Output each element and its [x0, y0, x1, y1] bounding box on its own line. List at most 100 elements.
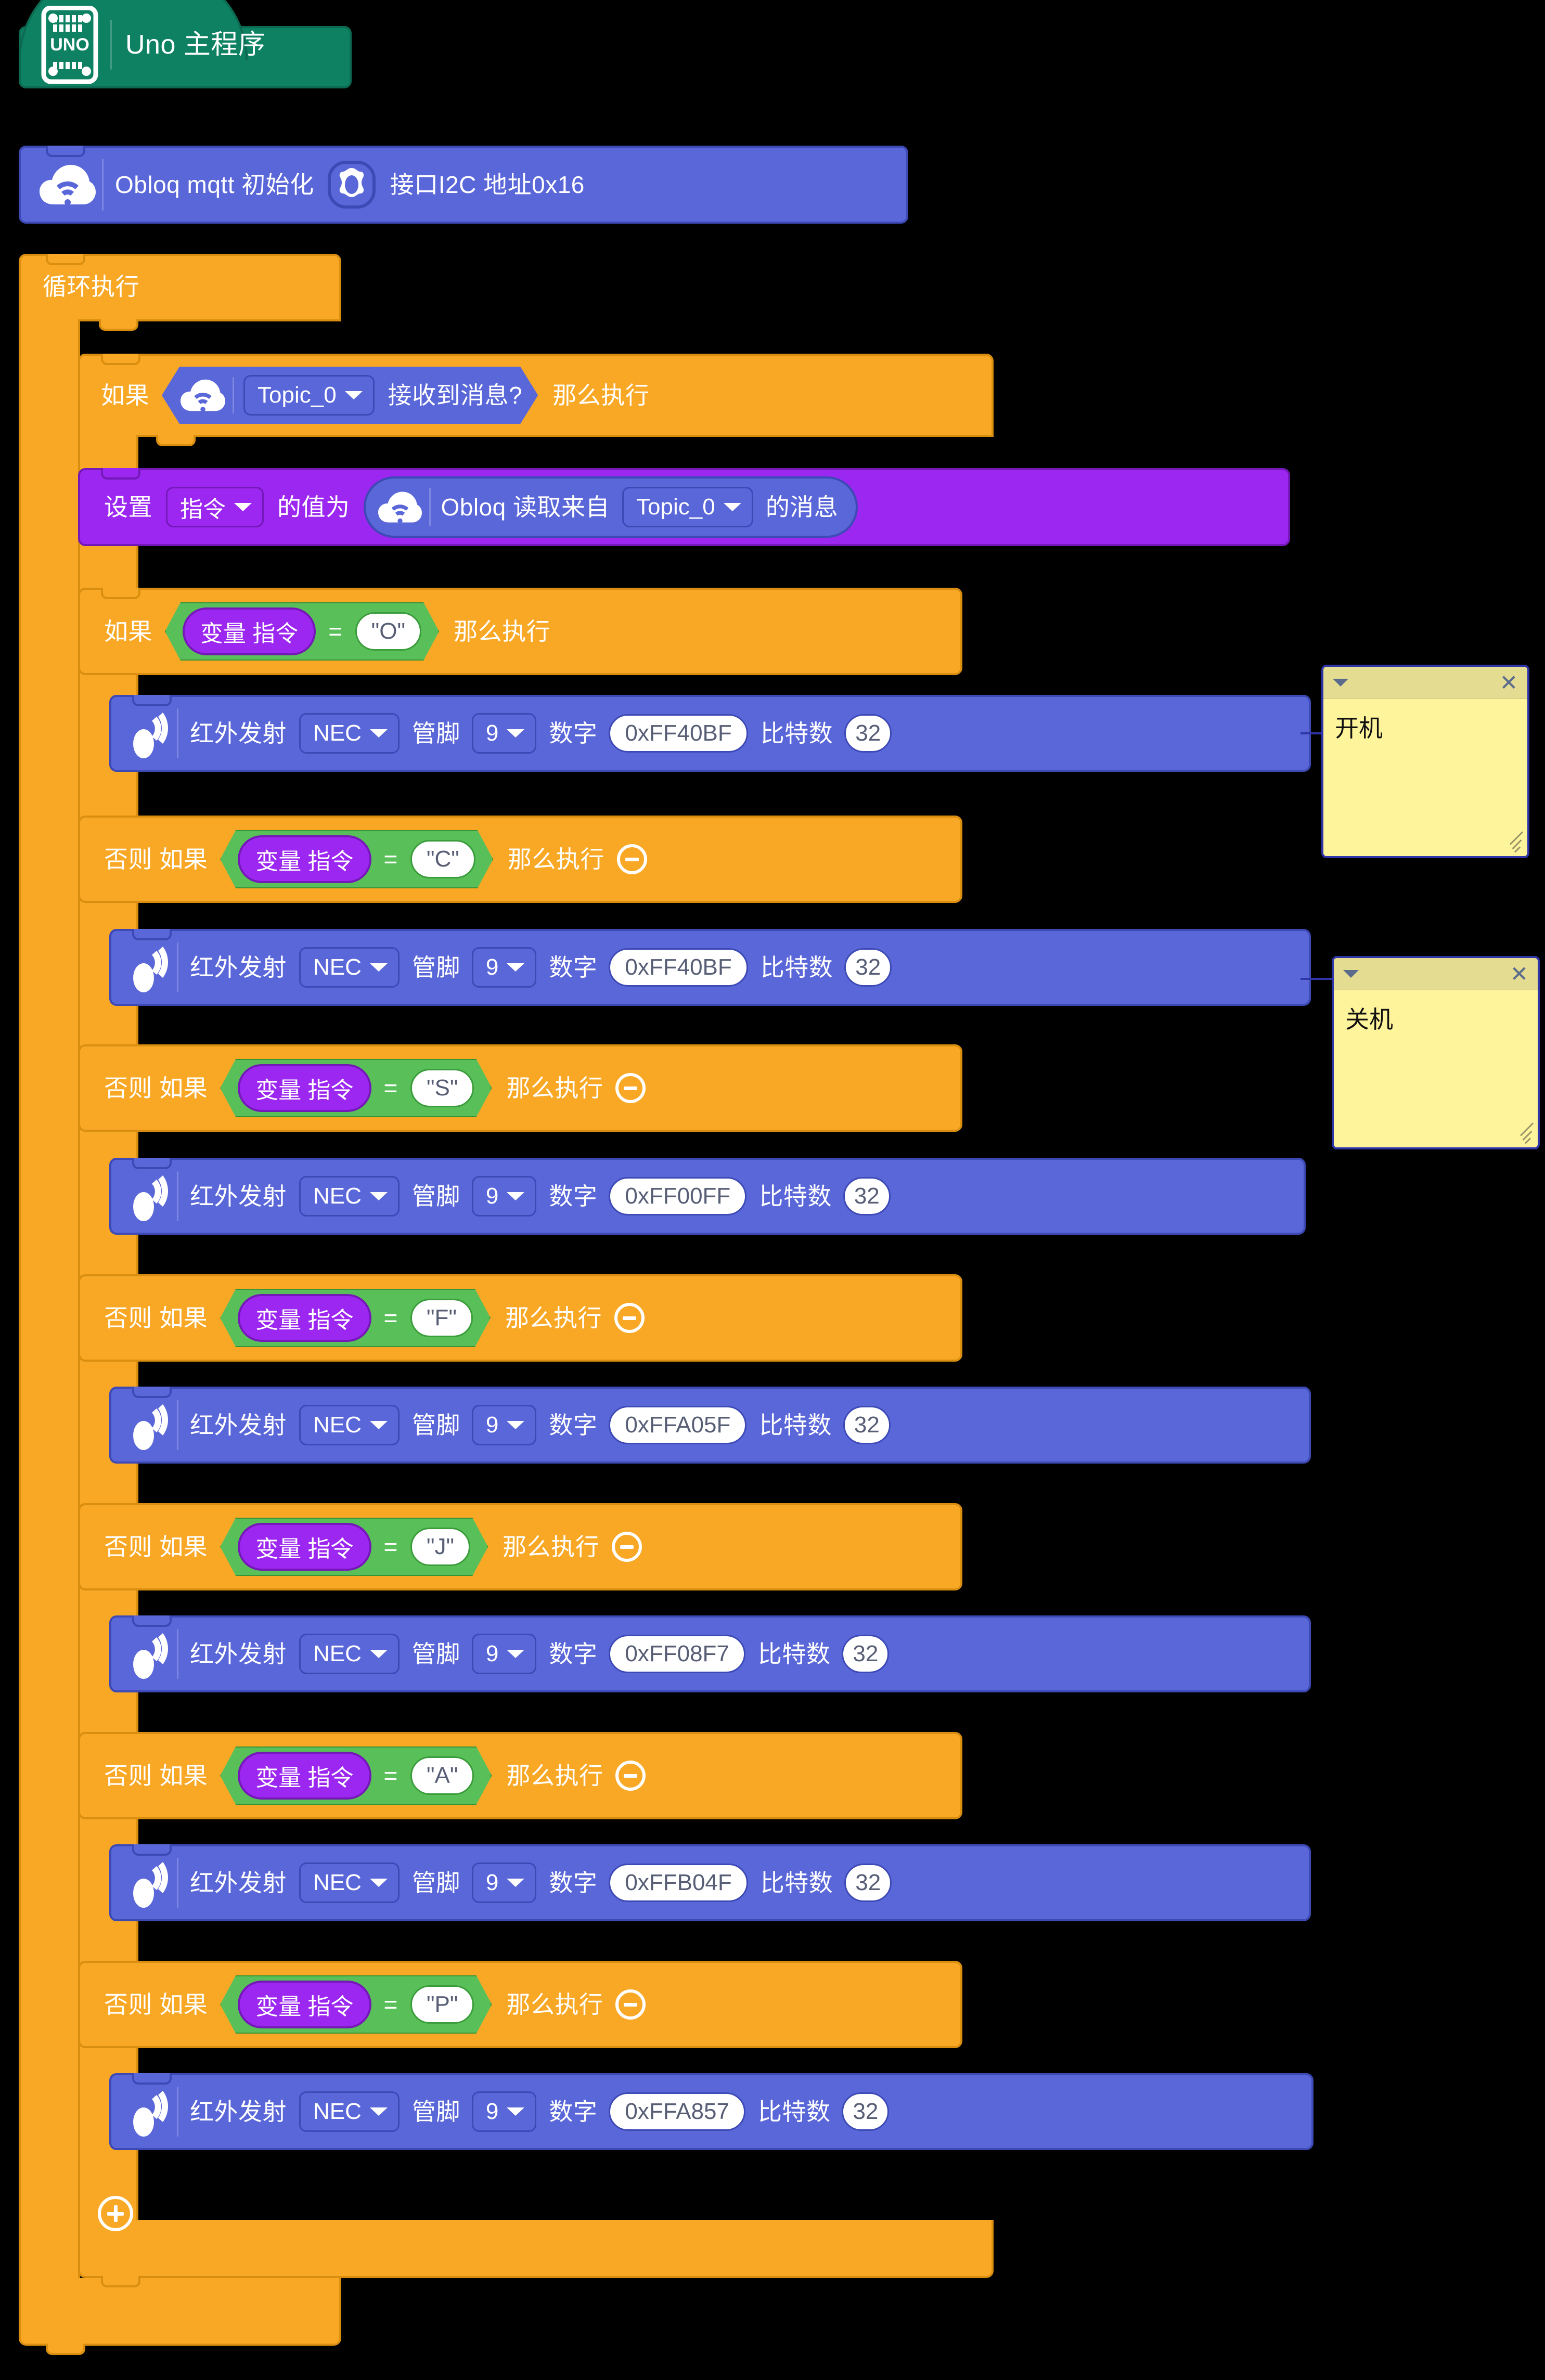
ir-code-field[interactable]: 0xFFA05F: [609, 1406, 747, 1444]
block-notch: [101, 588, 140, 599]
block-elseif-branch[interactable]: 否则 如果 变量 指令 = "S" 那么执行: [78, 1044, 962, 1132]
variable-dropdown[interactable]: 指令: [166, 487, 264, 527]
block-obloq-mqtt-init[interactable]: Obloq mqtt 初始化 接口I2C 地址0x16: [19, 146, 908, 224]
comment-bubble[interactable]: ✕ 关机: [1332, 956, 1540, 1149]
ir-bits-field[interactable]: 32: [844, 714, 892, 753]
remove-branch-button[interactable]: [615, 1761, 646, 1791]
ir-code-field[interactable]: 0xFFB04F: [609, 1864, 748, 1902]
ir-code-field[interactable]: 0xFF00FF: [609, 1177, 747, 1215]
ir-bits-field[interactable]: 32: [844, 1864, 892, 1902]
ir-pin-dropdown[interactable]: 9: [471, 947, 537, 988]
branch-if-label: 否则 如果: [104, 846, 208, 873]
block-if-message-received[interactable]: 如果 Topic_0 接收到消息? 那么执行: [78, 354, 994, 437]
block-elseif-branch[interactable]: 否则 如果 变量 指令 = "J" 那么执行: [78, 1503, 962, 1590]
chevron-down-icon[interactable]: [1343, 970, 1359, 978]
remove-branch-button[interactable]: [614, 1303, 645, 1333]
variable-reporter[interactable]: 变量 指令: [238, 1981, 371, 2028]
variable-reporter[interactable]: 变量 指令: [238, 1523, 371, 1571]
compare-value-field[interactable]: "J": [410, 1528, 470, 1566]
boolean-topic-received[interactable]: Topic_0 接收到消息?: [162, 367, 538, 424]
ir-protocol-dropdown[interactable]: NEC: [299, 947, 400, 988]
boolean-equals[interactable]: 变量 指令 = "A": [220, 1747, 492, 1805]
comment-text[interactable]: 开机: [1323, 699, 1527, 758]
variable-reporter[interactable]: 变量 指令: [238, 1064, 371, 1112]
ir-bits-field[interactable]: 32: [842, 2092, 890, 2131]
remove-branch-button[interactable]: [615, 1073, 646, 1103]
boolean-equals[interactable]: 变量 指令 = "J": [220, 1518, 488, 1576]
block-ir-send[interactable]: 红外发射 NEC 管脚 9 数字 0xFFB04F 比特数 32: [109, 1844, 1311, 1921]
block-if-branch[interactable]: 如果 变量 指令 = "O" 那么执行: [78, 588, 962, 675]
compare-value-field[interactable]: "C": [410, 840, 475, 878]
chevron-down-icon[interactable]: [1333, 679, 1348, 687]
ir-pin-dropdown[interactable]: 9: [471, 1634, 537, 1674]
block-ir-send[interactable]: 红外发射 NEC 管脚 9 数字 0xFF08F7 比特数 32: [109, 1615, 1311, 1692]
hat-block-uno-main[interactable]: UNO Uno 主程序: [19, 0, 352, 88]
ir-protocol-dropdown[interactable]: NEC: [299, 1176, 400, 1217]
boolean-equals[interactable]: 变量 指令 = "S": [220, 1059, 492, 1117]
compare-value-field[interactable]: "P": [410, 1985, 474, 2024]
block-ir-send[interactable]: 红外发射 NEC 管脚 9 数字 0xFFA05F 比特数 32: [109, 1387, 1311, 1464]
compare-value-field[interactable]: "A": [410, 1756, 474, 1795]
reporter-obloq-read[interactable]: Obloq 读取来自 Topic_0 的消息: [363, 476, 858, 538]
ir-code-field[interactable]: 0xFFA857: [609, 2092, 745, 2131]
block-set-variable[interactable]: 设置 指令 的值为 Obloq 读取来自 Topic_0 的消息: [78, 468, 1290, 546]
variable-reporter[interactable]: 变量 指令: [238, 835, 371, 883]
ir-protocol-dropdown[interactable]: NEC: [299, 713, 400, 754]
block-ir-send[interactable]: 红外发射 NEC 管脚 9 数字 0xFFA857 比特数 32: [109, 2073, 1314, 2150]
remove-branch-button[interactable]: [616, 844, 647, 874]
ir-bits-value: 32: [855, 1870, 881, 1895]
block-forever-loop[interactable]: 循环执行: [19, 254, 341, 321]
ir-protocol-value: NEC: [313, 1870, 362, 1895]
ir-pin-dropdown[interactable]: 9: [471, 1176, 537, 1217]
ir-pin-dropdown[interactable]: 9: [471, 2091, 537, 2132]
comment-text[interactable]: 关机: [1334, 990, 1538, 1050]
add-branch-button[interactable]: [98, 2196, 133, 2231]
ir-bits-field[interactable]: 32: [842, 1635, 890, 1673]
comment-header[interactable]: ✕: [1323, 667, 1527, 699]
ir-protocol-dropdown[interactable]: NEC: [299, 1405, 400, 1445]
boolean-equals[interactable]: 变量 指令 = "P": [220, 1975, 492, 2034]
block-elseif-branch[interactable]: 否则 如果 变量 指令 = "F" 那么执行: [78, 1274, 962, 1362]
comment-bubble[interactable]: ✕ 开机: [1321, 665, 1529, 858]
block-elseif-branch[interactable]: 否则 如果 变量 指令 = "C" 那么执行: [78, 816, 962, 903]
close-icon[interactable]: ✕: [1510, 963, 1528, 985]
ir-protocol-dropdown[interactable]: NEC: [299, 2091, 400, 2132]
variable-reporter[interactable]: 变量 指令: [238, 1294, 371, 1342]
compare-value-field[interactable]: "S": [410, 1069, 474, 1107]
boolean-equals[interactable]: 变量 指令 = "F": [220, 1289, 491, 1347]
ir-bits-label: 比特数: [760, 954, 833, 981]
ir-protocol-dropdown[interactable]: NEC: [299, 1634, 400, 1674]
compare-value-field[interactable]: "O": [355, 612, 421, 651]
ir-code-field[interactable]: 0xFF08F7: [609, 1635, 745, 1673]
block-ir-send[interactable]: 红外发射 NEC 管脚 9 数字 0xFF40BF 比特数 32: [109, 929, 1311, 1006]
block-ir-send[interactable]: 红外发射 NEC 管脚 9 数字 0xFF00FF 比特数 32: [109, 1158, 1306, 1235]
boolean-equals[interactable]: 变量 指令 = "C": [220, 830, 493, 888]
compare-value-field[interactable]: "F": [410, 1299, 473, 1337]
block-elseif-branch[interactable]: 否则 如果 变量 指令 = "P" 那么执行: [78, 1961, 962, 2048]
ir-bits-field[interactable]: 32: [843, 1406, 891, 1444]
comment-resize-handle[interactable]: [1514, 1122, 1535, 1145]
ir-bits-field[interactable]: 32: [844, 948, 892, 987]
ir-pin-dropdown[interactable]: 9: [471, 1405, 537, 1445]
reader-topic-dropdown[interactable]: Topic_0: [622, 487, 753, 527]
variable-reporter[interactable]: 变量 指令: [183, 607, 316, 655]
blockly-workspace[interactable]: UNO Uno 主程序 Obloq mqtt 初始化 接口I2C 地址0x16 …: [0, 0, 1545, 2380]
block-ir-send[interactable]: 红外发射 NEC 管脚 9 数字 0xFF40BF 比特数 32: [109, 695, 1311, 772]
comment-resize-handle[interactable]: [1503, 831, 1524, 854]
remove-branch-button[interactable]: [612, 1532, 642, 1562]
variable-reporter[interactable]: 变量 指令: [238, 1752, 371, 1800]
gear-icon[interactable]: [327, 161, 376, 209]
ir-protocol-dropdown[interactable]: NEC: [299, 1862, 400, 1903]
comment-header[interactable]: ✕: [1334, 958, 1538, 990]
block-divider: [110, 20, 112, 70]
remove-branch-button[interactable]: [615, 1989, 646, 2020]
ir-bits-field[interactable]: 32: [843, 1177, 891, 1215]
block-elseif-branch[interactable]: 否则 如果 变量 指令 = "A" 那么执行: [78, 1732, 962, 1819]
boolean-equals[interactable]: 变量 指令 = "O": [165, 602, 439, 661]
ir-pin-dropdown[interactable]: 9: [471, 713, 537, 754]
topic-dropdown[interactable]: Topic_0: [243, 375, 375, 416]
ir-code-field[interactable]: 0xFF40BF: [609, 714, 748, 753]
close-icon[interactable]: ✕: [1500, 671, 1518, 694]
ir-code-field[interactable]: 0xFF40BF: [609, 948, 748, 987]
ir-pin-dropdown[interactable]: 9: [471, 1862, 537, 1903]
